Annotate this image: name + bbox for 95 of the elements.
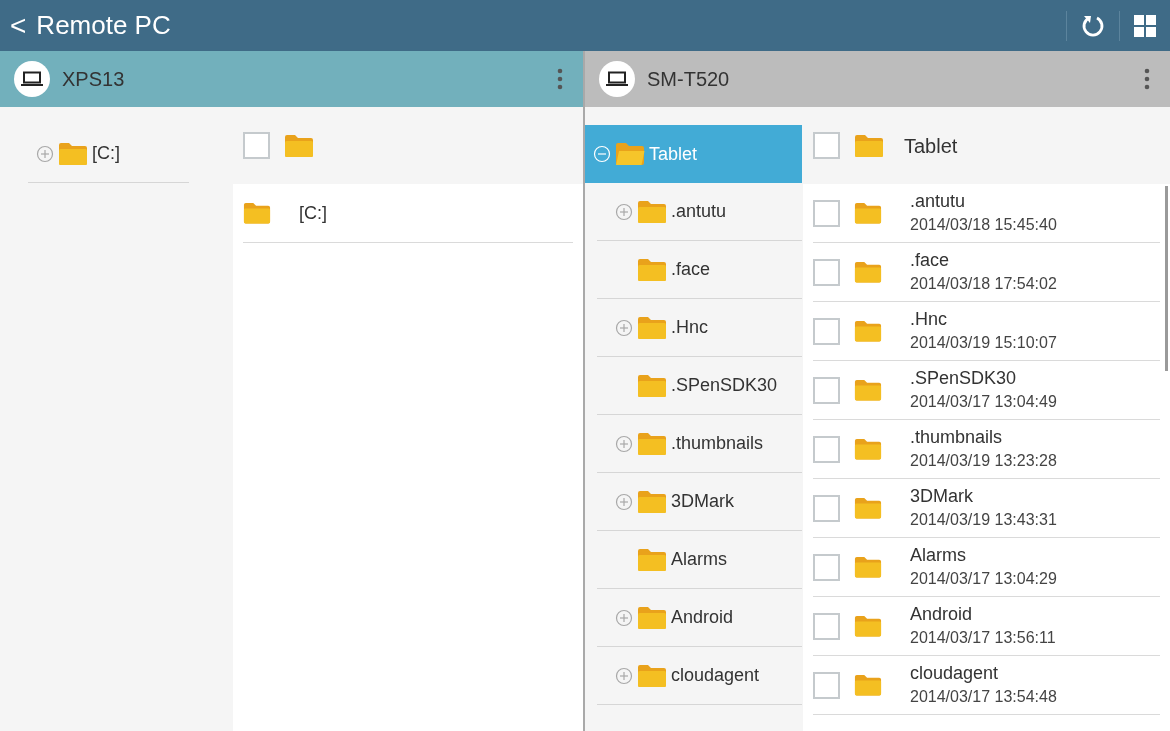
file-date: 2014/03/18 17:54:02 <box>910 274 1057 294</box>
folder-icon <box>243 201 271 225</box>
file-row[interactable]: .antutu 2014/03/18 15:45:40 <box>813 184 1160 243</box>
file-name: .antutu <box>910 190 967 213</box>
file-date: 2014/03/19 15:10:07 <box>910 333 1057 353</box>
checkbox[interactable] <box>813 258 840 286</box>
device-name: XPS13 <box>62 67 126 92</box>
checkbox[interactable] <box>813 132 840 159</box>
tree-item[interactable]: .SPenSDK30 <box>597 357 802 415</box>
file-row[interactable]: .Hnc 2014/03/19 15:10:07 <box>813 302 1160 361</box>
file-date: 2014/03/17 13:04:29 <box>910 569 1057 589</box>
file-name: Android <box>910 603 974 626</box>
tree-item[interactable]: 3DMark <box>597 473 802 531</box>
folder-icon <box>854 673 882 697</box>
folder-icon <box>637 257 667 282</box>
device-header[interactable]: SM-T520 <box>585 51 1170 107</box>
folder-icon <box>854 437 882 461</box>
folder-icon <box>284 133 314 158</box>
device-header[interactable]: XPS13 <box>0 51 583 107</box>
checkbox[interactable] <box>243 132 270 159</box>
file-row[interactable]: Alarms 2014/03/17 13:04:29 <box>813 538 1160 597</box>
folder-icon <box>637 431 667 456</box>
file-row[interactable]: .SPenSDK30 2014/03/17 13:04:49 <box>813 361 1160 420</box>
file-date: 2014/03/18 15:45:40 <box>910 215 1057 235</box>
folder-icon <box>854 201 882 225</box>
expand-icon[interactable] <box>615 434 633 453</box>
back-button[interactable]: < <box>10 4 27 47</box>
file-name: 3DMark <box>910 485 974 508</box>
file-row[interactable]: cloudagent 2014/03/17 13:54:48 <box>813 656 1160 715</box>
file-name: .Hnc <box>910 308 948 331</box>
laptop-icon <box>14 61 50 97</box>
more-icon[interactable] <box>1144 68 1150 90</box>
folder-icon <box>637 199 667 224</box>
file-name: Alarms <box>910 544 967 567</box>
tree-item[interactable]: .thumbnails <box>597 415 802 473</box>
checkbox[interactable] <box>813 612 840 640</box>
checkbox[interactable] <box>813 317 840 345</box>
checkbox[interactable] <box>813 376 840 404</box>
file-name: .face <box>910 249 951 272</box>
file-date: 2014/03/19 13:23:28 <box>910 451 1057 471</box>
folder-icon <box>637 663 667 688</box>
more-icon[interactable] <box>557 68 563 90</box>
file-name: cloudagent <box>910 662 1000 685</box>
tree-item[interactable]: Android <box>597 589 802 647</box>
checkbox[interactable] <box>813 199 840 227</box>
tree-item[interactable]: [C:] <box>28 125 189 183</box>
folder-icon <box>637 605 667 630</box>
file-name: .thumbnails <box>910 426 1004 449</box>
folder-icon <box>854 260 882 284</box>
expand-icon[interactable] <box>615 608 633 627</box>
folder-title: Tablet <box>904 133 958 159</box>
file-date: 2014/03/19 13:43:31 <box>910 510 1057 530</box>
folder-icon <box>637 373 667 398</box>
expand-icon[interactable] <box>615 666 633 685</box>
expand-icon[interactable] <box>615 202 633 221</box>
folder-icon <box>854 378 882 402</box>
file-row[interactable]: 3DMark 2014/03/19 13:43:31 <box>813 479 1160 538</box>
expand-icon[interactable] <box>36 144 54 163</box>
laptop-icon <box>599 61 635 97</box>
folder-icon <box>637 315 667 340</box>
expand-icon[interactable] <box>615 492 633 511</box>
file-row[interactable]: [C:] <box>243 184 573 243</box>
expand-icon[interactable] <box>615 318 633 337</box>
grid-icon[interactable] <box>1134 14 1156 37</box>
tree-item[interactable]: .face <box>597 241 802 299</box>
file-name: [C:] <box>299 201 327 225</box>
device-name: SM-T520 <box>647 67 731 92</box>
folder-icon <box>854 555 882 579</box>
checkbox[interactable] <box>813 671 840 699</box>
tree-item[interactable]: .Hnc <box>597 299 802 357</box>
file-date: 2014/03/17 13:54:48 <box>910 687 1057 707</box>
folder-icon <box>637 547 667 572</box>
folder-icon <box>637 489 667 514</box>
file-row[interactable]: .face 2014/03/18 17:54:02 <box>813 243 1160 302</box>
folder-icon <box>854 319 882 343</box>
file-name: .SPenSDK30 <box>910 367 1018 390</box>
folder-icon <box>854 614 882 638</box>
tree-item[interactable]: .antutu <box>597 183 802 241</box>
refresh-icon[interactable] <box>1081 13 1105 38</box>
scrollbar[interactable] <box>1165 186 1168 371</box>
checkbox[interactable] <box>813 435 840 463</box>
file-date: 2014/03/17 13:56:11 <box>910 628 1056 648</box>
folder-icon <box>854 496 882 520</box>
file-row[interactable]: .thumbnails 2014/03/19 13:23:28 <box>813 420 1160 479</box>
file-date: 2014/03/17 13:04:49 <box>910 392 1057 412</box>
checkbox[interactable] <box>813 494 840 522</box>
app-title: Remote PC <box>36 9 172 42</box>
folder-icon <box>854 133 884 158</box>
tree-item[interactable]: cloudagent <box>597 647 802 705</box>
file-row[interactable]: Android 2014/03/17 13:56:11 <box>813 597 1160 656</box>
folder-icon <box>615 142 645 166</box>
tree-item[interactable]: Alarms <box>597 531 802 589</box>
checkbox[interactable] <box>813 553 840 581</box>
collapse-icon[interactable] <box>593 145 611 163</box>
folder-icon <box>58 141 88 166</box>
